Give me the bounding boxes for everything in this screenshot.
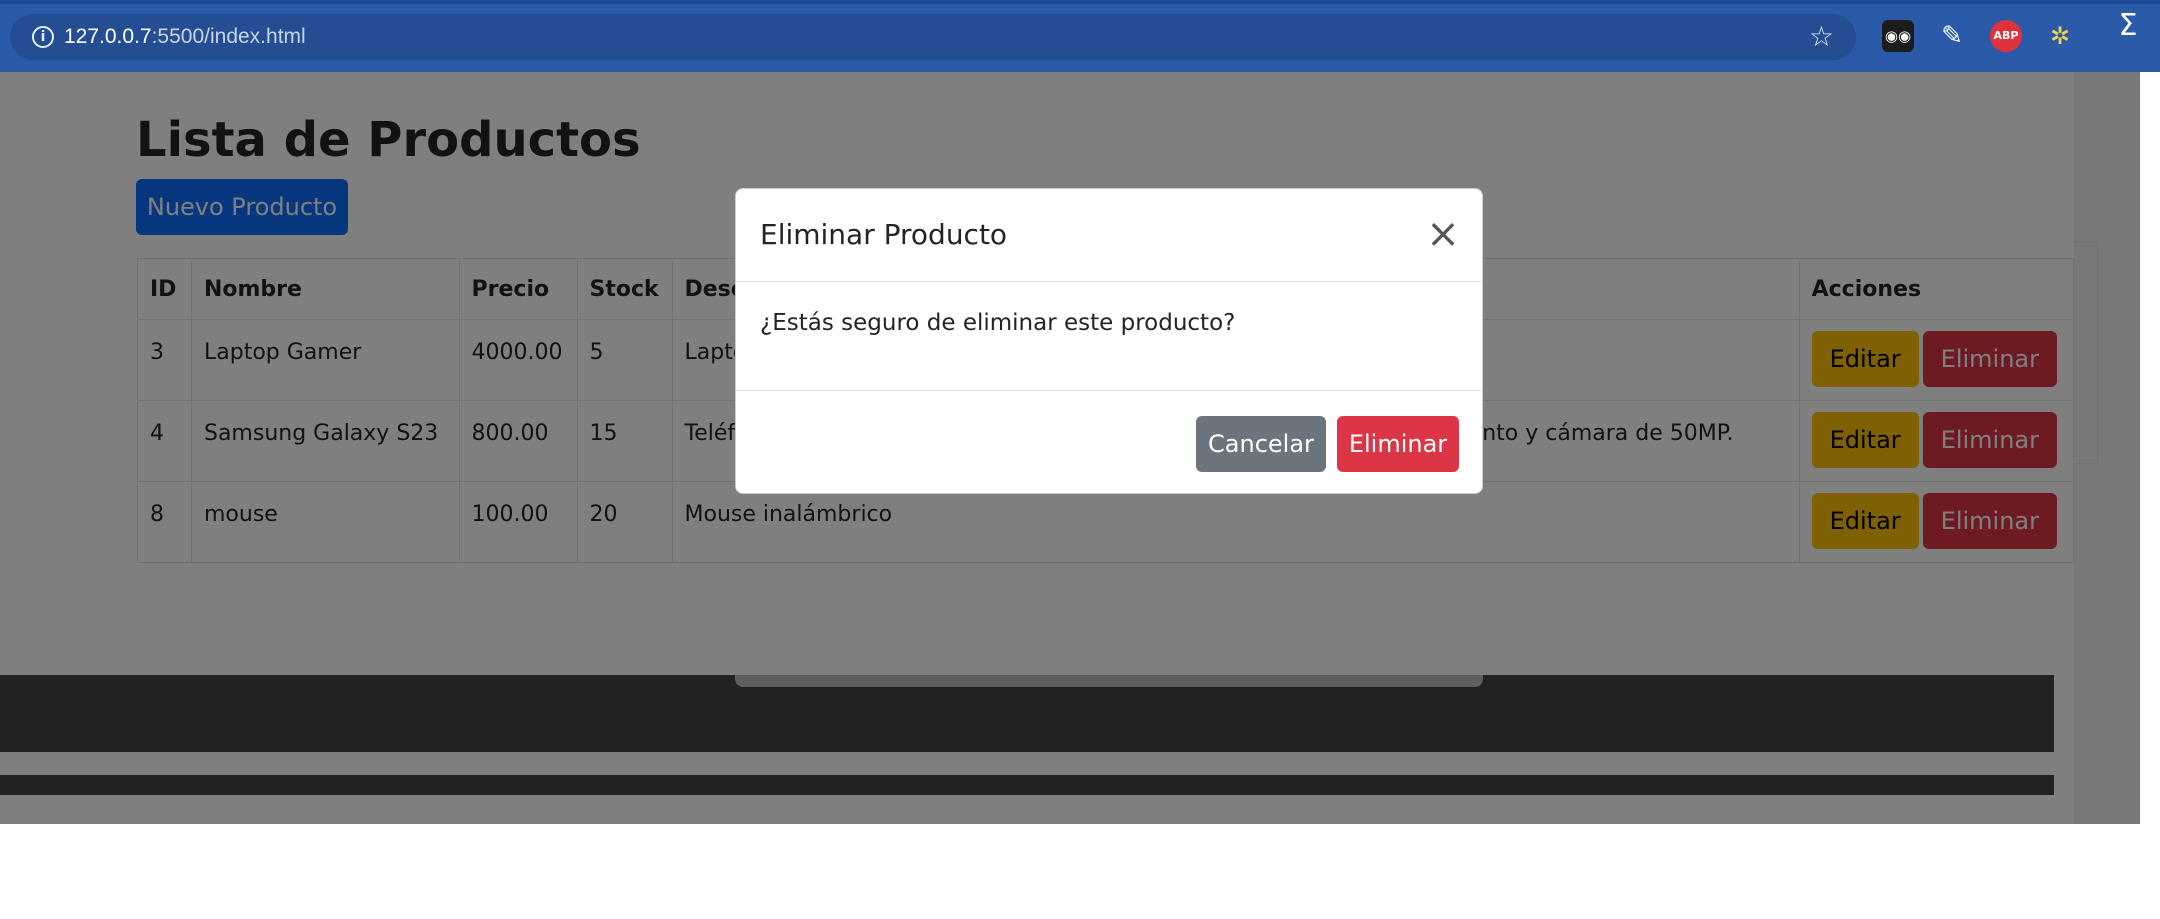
modal-header: Eliminar Producto × bbox=[736, 189, 1482, 282]
tab-strip bbox=[0, 0, 2160, 4]
modal-footer: Cancelar Eliminar bbox=[736, 391, 1482, 495]
modal-title: Eliminar Producto bbox=[760, 218, 1008, 251]
browser-toolbar: i 127.0.0.7:5500/index.html ☆ ◉◉ ✎ ABP ✲… bbox=[0, 0, 2160, 72]
page-content: Lista de Productos Nuevo Producto ID Nom… bbox=[0, 72, 2140, 824]
delete-modal: Eliminar Producto × ¿Estás seguro de eli… bbox=[735, 188, 1483, 494]
extension-multi-icon[interactable]: ✲ bbox=[2044, 20, 2076, 52]
eyedropper-icon[interactable]: ✎ bbox=[1936, 20, 1968, 52]
star-icon[interactable]: ☆ bbox=[1809, 20, 1834, 53]
info-icon[interactable]: i bbox=[32, 26, 54, 48]
url-path: :5500/index.html bbox=[151, 25, 306, 48]
incognito-glasses-icon[interactable]: ◉◉ bbox=[1882, 20, 1914, 52]
modal-body: ¿Estás seguro de eliminar este producto? bbox=[736, 282, 1482, 391]
cancel-button[interactable]: Cancelar bbox=[1196, 416, 1326, 472]
url-host: 127.0.0.7 bbox=[64, 25, 152, 48]
modal-message: ¿Estás seguro de eliminar este producto? bbox=[760, 310, 1236, 336]
url-text[interactable]: 127.0.0.7:5500/index.html bbox=[64, 25, 306, 49]
modal-shadow bbox=[735, 675, 1483, 687]
sigma-icon[interactable]: Σ bbox=[2112, 10, 2144, 42]
adblock-icon[interactable]: ABP bbox=[1990, 20, 2022, 52]
close-icon[interactable]: × bbox=[1424, 214, 1462, 254]
confirm-delete-button[interactable]: Eliminar bbox=[1337, 416, 1459, 472]
address-bar[interactable]: i 127.0.0.7:5500/index.html ☆ bbox=[10, 14, 1856, 60]
